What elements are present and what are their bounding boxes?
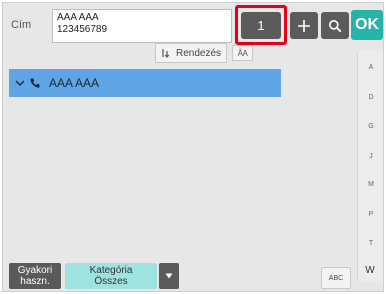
chevron-down-icon	[15, 80, 25, 86]
sort-order-icon	[162, 49, 170, 58]
sort-label: Rendezés	[175, 47, 222, 59]
address-label: Cím	[11, 19, 32, 31]
index-letter-g[interactable]: G	[358, 123, 383, 130]
plus-icon	[298, 19, 310, 32]
search-icon	[329, 19, 342, 32]
index-letter-d[interactable]: D	[358, 94, 383, 101]
address-field[interactable]: AAA AAA 123456789	[52, 9, 232, 43]
search-button[interactable]	[321, 12, 349, 39]
index-letter-t[interactable]: T	[358, 240, 383, 247]
sort-alternate-button[interactable]: ÂA	[232, 45, 253, 61]
alphabet-index: A D G J M P T	[357, 51, 383, 281]
address-line-name: AAA AAA	[57, 12, 99, 23]
category-value: Összes	[94, 276, 128, 287]
address-list: AAA AAA	[9, 63, 353, 263]
frequent-use-label-line1: Gyakori	[17, 265, 53, 276]
list-item[interactable]: AAA AAA	[9, 69, 281, 97]
list-item-name: AAA AAA	[49, 76, 100, 90]
ok-button[interactable]: OK	[351, 10, 383, 40]
index-letter-m[interactable]: M	[358, 181, 383, 188]
category-dropdown-button[interactable]	[159, 263, 179, 289]
address-book-screen: Cím AAA AAA 123456789 1 OK Rendezés ÂA A…	[2, 2, 384, 292]
index-letter-a[interactable]: A	[358, 64, 383, 71]
destination-count-button[interactable]: 1	[241, 12, 281, 39]
bottom-toolbar: Gyakori haszn. Kategória Összes ABC	[9, 261, 351, 289]
caret-down-icon	[165, 273, 173, 279]
index-letter-w[interactable]: W	[357, 265, 383, 276]
frequent-use-label-line2: haszn.	[20, 276, 50, 287]
add-button[interactable]	[290, 12, 318, 39]
address-line-number: 123456789	[57, 24, 108, 35]
index-letter-p[interactable]: P	[358, 211, 383, 218]
category-button[interactable]: Kategória Összes	[65, 263, 157, 289]
phone-icon	[30, 78, 40, 88]
sort-button[interactable]: Rendezés	[155, 43, 227, 63]
index-letter-j[interactable]: J	[358, 153, 383, 160]
category-label: Kategória	[89, 265, 133, 276]
abc-button[interactable]: ABC	[321, 267, 351, 289]
frequent-use-button[interactable]: Gyakori haszn.	[9, 263, 61, 289]
